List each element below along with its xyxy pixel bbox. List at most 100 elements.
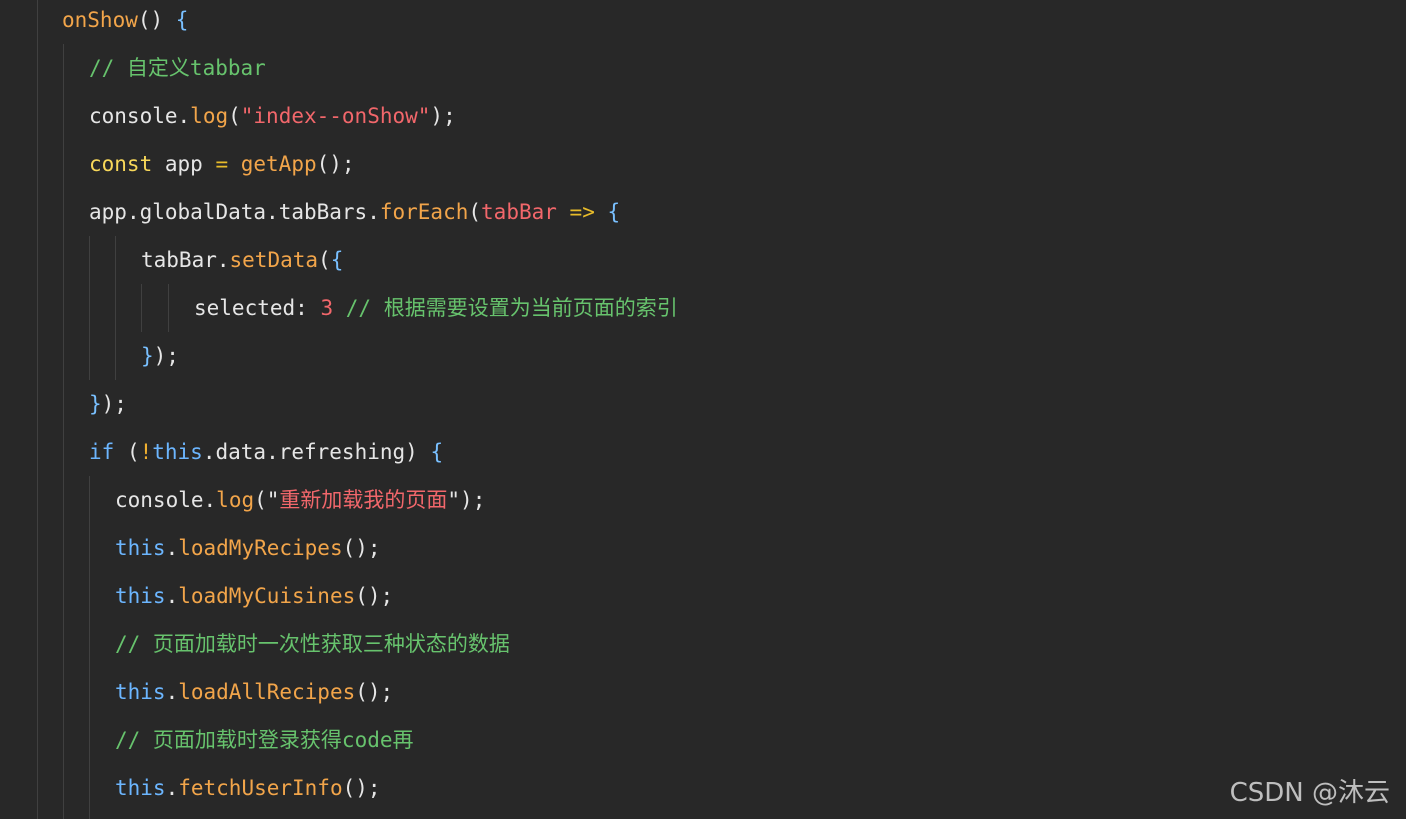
- code-token: loadAllRecipes: [178, 680, 356, 704]
- code-token: log: [216, 488, 255, 512]
- code-token: }: [89, 392, 102, 416]
- code-token: ");: [447, 488, 486, 512]
- code-token: .: [165, 536, 179, 560]
- code-token: .: [266, 200, 279, 224]
- code-token: .: [266, 440, 279, 464]
- code-token: {: [330, 248, 344, 272]
- code-line[interactable]: this.loadMyRecipes();: [115, 527, 381, 575]
- code-line[interactable]: // 页面加载时登录获得code再: [115, 719, 414, 767]
- code-token: this: [115, 776, 166, 800]
- code-line[interactable]: console.log("重新加载我的页面");: [115, 479, 485, 527]
- code-token: .: [203, 488, 217, 512]
- indent-guide: [89, 236, 90, 380]
- code-token: ();: [342, 776, 381, 800]
- code-token: .: [202, 440, 216, 464]
- code-token: {: [607, 200, 621, 224]
- code-token: // 自定义tabbar: [89, 56, 266, 80]
- indent-guide: [37, 0, 38, 819]
- indent-guide: [168, 284, 169, 332]
- code-token: onShow: [62, 8, 138, 32]
- code-token: this: [115, 536, 166, 560]
- code-line[interactable]: // 自定义tabbar: [89, 47, 266, 95]
- code-token: 3: [320, 296, 334, 320]
- code-token: // 根据需要设置为当前页面的索引: [345, 296, 678, 320]
- code-token: "index--onShow": [240, 104, 431, 128]
- code-token: app: [152, 152, 216, 176]
- code-token: .: [126, 200, 140, 224]
- code-token: this: [115, 680, 166, 704]
- code-token: this: [152, 440, 203, 464]
- code-token: data: [215, 440, 267, 464]
- code-line[interactable]: this.loadMyCuisines();: [115, 575, 393, 623]
- watermark: CSDN @沐云: [1229, 778, 1390, 808]
- code-token: ();: [355, 680, 394, 704]
- code-token: !: [139, 440, 153, 464]
- code-token: getApp: [240, 152, 317, 176]
- code-token: (: [114, 440, 140, 464]
- code-token: setData: [229, 248, 319, 272]
- code-token: loadMyRecipes: [178, 536, 343, 560]
- code-token: // 页面加载时登录获得code再: [115, 728, 414, 752]
- code-token: :: [295, 296, 321, 320]
- code-token: =>: [569, 200, 595, 224]
- code-token: (): [137, 8, 176, 32]
- code-token: loadMyCuisines: [178, 584, 356, 608]
- code-line[interactable]: // 页面加载时一次性获取三种状态的数据: [115, 623, 510, 671]
- code-token: log: [190, 104, 229, 128]
- code-line[interactable]: app.globalData.tabBars.forEach(tabBar =>…: [89, 191, 620, 239]
- code-token: this: [115, 584, 166, 608]
- code-token: {: [430, 440, 444, 464]
- code-token: }: [141, 344, 154, 368]
- code-token: .: [165, 680, 179, 704]
- code-line[interactable]: });: [89, 383, 127, 431]
- indent-guide: [115, 236, 116, 380]
- code-editor[interactable]: onShow() {// 自定义tabbar console.log("index…: [0, 0, 1406, 819]
- code-token: 重新加载我的页面: [279, 488, 448, 512]
- code-token: fetchUserInfo: [178, 776, 343, 800]
- code-token: ): [405, 440, 431, 464]
- code-line[interactable]: const app = getApp();: [89, 143, 355, 191]
- code-line[interactable]: this.loadAllRecipes();: [115, 671, 393, 719]
- code-token: (: [228, 104, 241, 128]
- code-line[interactable]: this.fetchUserInfo();: [115, 767, 381, 815]
- code-token: .: [177, 104, 191, 128]
- code-line[interactable]: tabBar.setData({: [141, 239, 343, 287]
- code-token: if: [89, 440, 115, 464]
- code-token: tabBars: [278, 200, 368, 224]
- code-token: );: [430, 104, 456, 128]
- code-token: =: [215, 152, 229, 176]
- code-token: tabBar: [481, 200, 557, 224]
- code-token: ();: [342, 536, 381, 560]
- code-token: console: [115, 488, 204, 512]
- code-line[interactable]: if (!this.data.refreshing) {: [89, 431, 443, 479]
- indent-guide: [141, 284, 142, 332]
- code-token: (": [254, 488, 280, 512]
- code-token: ();: [316, 152, 355, 176]
- code-token: (: [468, 200, 482, 224]
- code-line[interactable]: selected: 3 // 根据需要设置为当前页面的索引: [194, 287, 678, 335]
- code-token: // 页面加载时一次性获取三种状态的数据: [115, 632, 510, 656]
- code-token: ();: [355, 584, 394, 608]
- code-line[interactable]: });: [141, 335, 179, 383]
- code-token: console: [89, 104, 178, 128]
- code-token: .: [216, 248, 230, 272]
- code-token: {: [175, 8, 189, 32]
- code-token: const: [89, 152, 153, 176]
- code-token: tabBar: [141, 248, 217, 272]
- code-token: globalData: [139, 200, 267, 224]
- indent-guide: [89, 476, 90, 819]
- code-token: app: [89, 200, 127, 224]
- code-token: selected: [194, 296, 296, 320]
- code-line[interactable]: onShow() {: [62, 0, 188, 47]
- code-line[interactable]: console.log("index--onShow");: [89, 95, 456, 143]
- code-token: .: [367, 200, 380, 224]
- code-token: (: [318, 248, 331, 272]
- code-token: .: [165, 776, 179, 800]
- indent-guide: [63, 44, 64, 819]
- code-token: .: [165, 584, 179, 608]
- code-token: );: [153, 344, 179, 368]
